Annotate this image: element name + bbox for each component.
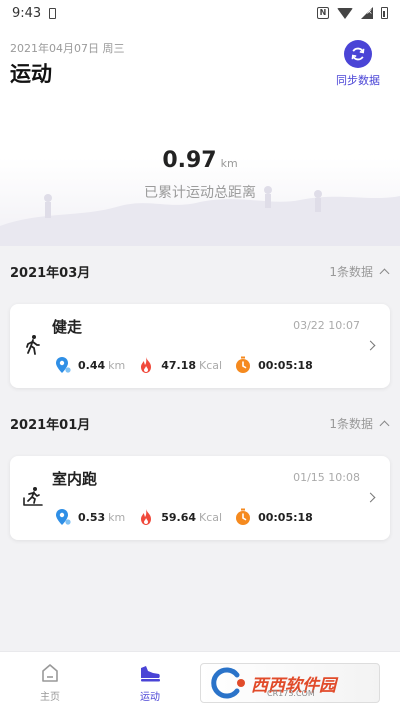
calories-value: 47.18 <box>161 358 197 372</box>
signal-icon <box>361 7 373 19</box>
record-title: 健走 <box>52 318 83 336</box>
battery-icon <box>381 7 388 19</box>
wifi-icon <box>337 7 353 19</box>
total-distance: 0.97 km <box>0 148 400 173</box>
month-title: 2021年03月 <box>10 265 91 281</box>
summary-header: 2021年04月07日 周三 运动 同步数据 0.97 km 已累计运动总距离 <box>0 26 400 246</box>
calories-unit: Kcal <box>199 510 223 524</box>
record-card-walk[interactable]: 健走 03/22 10:07 0.44 km 47.18 Kcal 00:05:… <box>10 304 390 388</box>
nav-home[interactable]: 主页 <box>20 662 80 706</box>
nav-sport-label: 运动 <box>140 692 160 703</box>
current-date: 2021年04月07日 周三 <box>10 42 125 55</box>
location-icon <box>56 357 71 373</box>
calories-value: 59.64 <box>161 510 197 524</box>
calories-stat: 59.64 Kcal <box>137 508 222 526</box>
calories-stat: 47.18 Kcal <box>137 356 222 374</box>
month-header-2021-01[interactable]: 2021年01月 1条数据 <box>0 402 400 444</box>
nav-home-label: 主页 <box>40 692 60 703</box>
total-distance-unit: km <box>220 157 238 170</box>
timer-icon <box>236 508 251 525</box>
distance-stat: 0.44 km <box>54 356 125 374</box>
sync-data-button[interactable]: 同步数据 <box>330 40 386 88</box>
duration-stat: 00:05:18 <box>234 356 313 374</box>
fire-icon <box>141 357 152 373</box>
record-stats: 0.53 km 59.64 Kcal 00:05:18 <box>54 508 325 526</box>
sim-card-icon <box>49 7 57 19</box>
sync-icon <box>344 40 372 68</box>
calories-unit: Kcal <box>199 358 223 372</box>
status-time: 9:43 <box>12 5 42 21</box>
location-icon <box>56 509 71 525</box>
treadmill-icon <box>23 487 43 506</box>
distance-value: 0.53 <box>78 510 106 524</box>
distance-stat: 0.53 km <box>54 508 125 526</box>
record-title: 室内跑 <box>52 470 98 488</box>
sync-data-label: 同步数据 <box>336 74 380 87</box>
watermark-site: CR173.COM <box>267 689 315 698</box>
duration-value: 00:05:18 <box>258 510 313 524</box>
chevron-right-icon <box>365 340 376 351</box>
chevron-up-icon <box>379 420 390 430</box>
watermark-c-icon <box>211 667 245 699</box>
duration-value: 00:05:18 <box>258 358 313 372</box>
distance-unit: km <box>108 510 126 524</box>
walking-icon <box>26 335 40 355</box>
nav-sport[interactable]: 运动 <box>120 662 180 706</box>
distance-unit: km <box>108 358 126 372</box>
record-stats: 0.44 km 47.18 Kcal 00:05:18 <box>54 356 325 374</box>
timer-icon <box>236 356 251 373</box>
record-time: 01/15 10:08 <box>293 471 360 484</box>
month-record-count: 1条数据 <box>329 416 373 431</box>
total-distance-label: 已累计运动总距离 <box>144 185 256 201</box>
page-title: 运动 <box>10 62 52 86</box>
chevron-up-icon <box>379 268 390 278</box>
watermark-logo: 西西软件园 CR173.COM <box>200 663 380 703</box>
total-distance-value: 0.97 <box>162 148 217 173</box>
nfc-icon: N <box>317 7 329 19</box>
month-title: 2021年01月 <box>10 417 91 433</box>
status-bar: 9:43 N <box>0 0 400 26</box>
fire-icon <box>141 509 152 525</box>
record-time: 03/22 10:07 <box>293 319 360 332</box>
duration-stat: 00:05:18 <box>234 508 313 526</box>
sneaker-icon <box>141 666 160 682</box>
record-card-indoor-run[interactable]: 室内跑 01/15 10:08 0.53 km 59.64 Kcal 00:05… <box>10 456 390 540</box>
distance-value: 0.44 <box>78 358 106 372</box>
chevron-right-icon <box>365 492 376 503</box>
month-record-count: 1条数据 <box>329 264 373 279</box>
home-icon <box>42 664 58 682</box>
month-header-2021-03[interactable]: 2021年03月 1条数据 <box>0 250 400 292</box>
